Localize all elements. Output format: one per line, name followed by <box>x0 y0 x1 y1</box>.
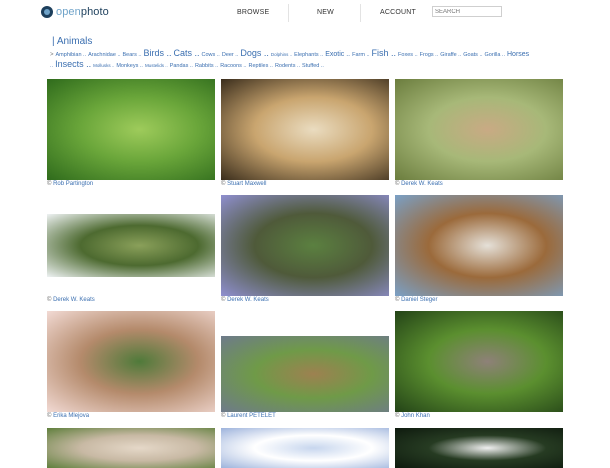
photo-dog-face[interactable] <box>395 195 563 296</box>
tag-link[interactable]: Dogs .. <box>240 48 269 58</box>
top-header: openphoto BROWSE NEW ACCOUNT <box>0 0 610 28</box>
tag-link[interactable]: .. <box>50 63 53 69</box>
credit-name[interactable]: Stuart Maxwell <box>227 181 266 187</box>
tag-link[interactable]: Monkeys .. <box>116 63 143 69</box>
nav-divider <box>360 4 361 22</box>
category-title: | Animals <box>52 36 93 47</box>
tag-link[interactable]: Cats .. <box>173 48 199 58</box>
logo-text: openphoto <box>56 6 109 18</box>
credit-name[interactable]: Derek W. Keats <box>227 297 269 303</box>
photo-credit[interactable]: © Erika Mlejova <box>47 413 89 419</box>
credit-name[interactable]: Derek W. Keats <box>53 297 95 303</box>
photo-credit[interactable]: © Daniel Steger <box>395 297 437 303</box>
tag-link[interactable]: Horses <box>507 51 529 58</box>
photo-duck-on-grass[interactable] <box>47 79 215 180</box>
credit-name[interactable]: Daniel Steger <box>401 297 437 303</box>
photo-credit[interactable]: © Derek W. Keats <box>221 297 269 303</box>
photo-credit[interactable]: © Stuart Maxwell <box>221 181 266 187</box>
tag-link[interactable]: Stuffed .. <box>302 63 324 69</box>
nav-divider <box>288 4 289 22</box>
nav-new[interactable]: NEW <box>317 9 334 16</box>
tag-link[interactable]: Pandas .. <box>170 63 193 69</box>
photo-hand-with-beads[interactable] <box>47 311 215 412</box>
search-input[interactable] <box>432 6 502 17</box>
tag-cloud-line-2: .. Insects .. Mollusks .. Monkeys .. Musteli… <box>50 58 570 72</box>
camera-lens-icon <box>41 6 53 18</box>
photo-partial-photo-1[interactable] <box>47 428 215 468</box>
photo-credit[interactable]: © John Khan <box>395 413 430 419</box>
photo-deer-herd-field[interactable] <box>221 336 389 412</box>
tag-link[interactable]: Reptiles .. <box>248 63 272 69</box>
tag-link[interactable]: Dolphins .. <box>271 52 292 57</box>
tag-link[interactable]: Birds .. <box>143 48 171 58</box>
photo-credit[interactable]: © Rob Partington <box>47 181 93 187</box>
credit-name[interactable]: Laurent PETELET <box>227 413 276 419</box>
photo-credit[interactable]: © Derek W. Keats <box>395 181 443 187</box>
credit-name[interactable]: Derek W. Keats <box>401 181 443 187</box>
photo-elephant-savanna[interactable] <box>221 195 389 296</box>
tag-link[interactable]: Rabbits .. <box>195 63 218 69</box>
tag-link[interactable]: Mustelids .. <box>145 63 168 68</box>
photo-cheetah-face[interactable] <box>221 79 389 180</box>
tag-link[interactable]: Mollusks .. <box>93 63 114 68</box>
photo-credit[interactable]: © Derek W. Keats <box>47 297 95 303</box>
credit-name[interactable]: Rob Partington <box>53 181 93 187</box>
photo-jackal-in-grass[interactable] <box>395 79 563 180</box>
logo[interactable]: openphoto <box>41 6 109 18</box>
credit-name[interactable]: Erika Mlejova <box>53 413 89 419</box>
nav-account[interactable]: ACCOUNT <box>380 9 416 16</box>
tag-link[interactable]: Racoons .. <box>220 63 246 69</box>
tag-link[interactable]: Exotic .. <box>325 51 350 58</box>
tag-link[interactable]: Rodents .. <box>275 63 300 69</box>
photo-partial-photo-2[interactable] <box>221 428 389 468</box>
tag-link[interactable]: Fish .. <box>372 48 397 58</box>
nav-browse[interactable]: BROWSE <box>237 9 269 16</box>
photo-credit[interactable]: © Laurent PETELET <box>221 413 276 419</box>
credit-name[interactable]: John Khan <box>401 413 430 419</box>
photo-puppy-on-grass[interactable] <box>395 311 563 412</box>
photo-partial-photo-3[interactable] <box>395 428 563 468</box>
tag-link[interactable]: Insects .. <box>55 59 91 69</box>
photo-zebras-herd[interactable] <box>47 214 215 277</box>
